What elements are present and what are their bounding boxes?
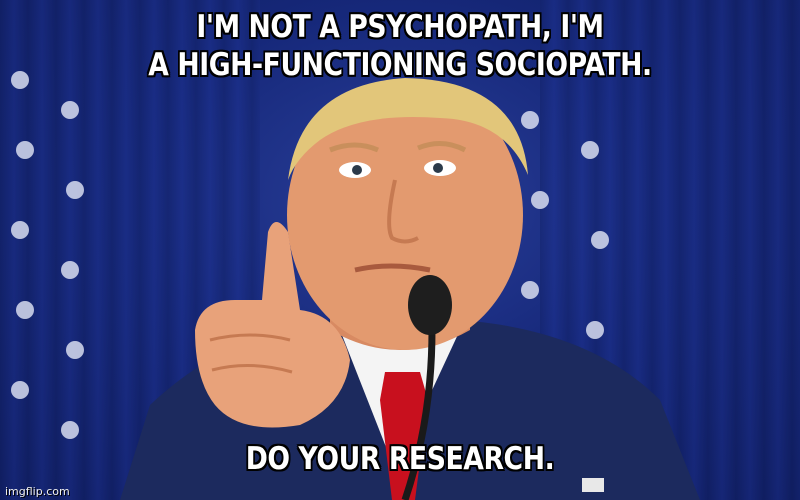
- microphone-head: [408, 275, 452, 335]
- meme-image: I'M NOT A PSYCHOPATH, I'M A HIGH-FUNCTIO…: [0, 0, 800, 500]
- top-caption: I'M NOT A PSYCHOPATH, I'M A HIGH-FUNCTIO…: [56, 8, 744, 84]
- bottom-caption: DO YOUR RESEARCH.: [245, 441, 555, 477]
- imgflip-watermark: imgflip.com: [5, 485, 70, 498]
- top-caption-line-2: A HIGH-FUNCTIONING SOCIOPATH.: [148, 47, 652, 83]
- top-caption-line-1: I'M NOT A PSYCHOPATH, I'M: [196, 9, 604, 45]
- flag-pin: [582, 478, 604, 492]
